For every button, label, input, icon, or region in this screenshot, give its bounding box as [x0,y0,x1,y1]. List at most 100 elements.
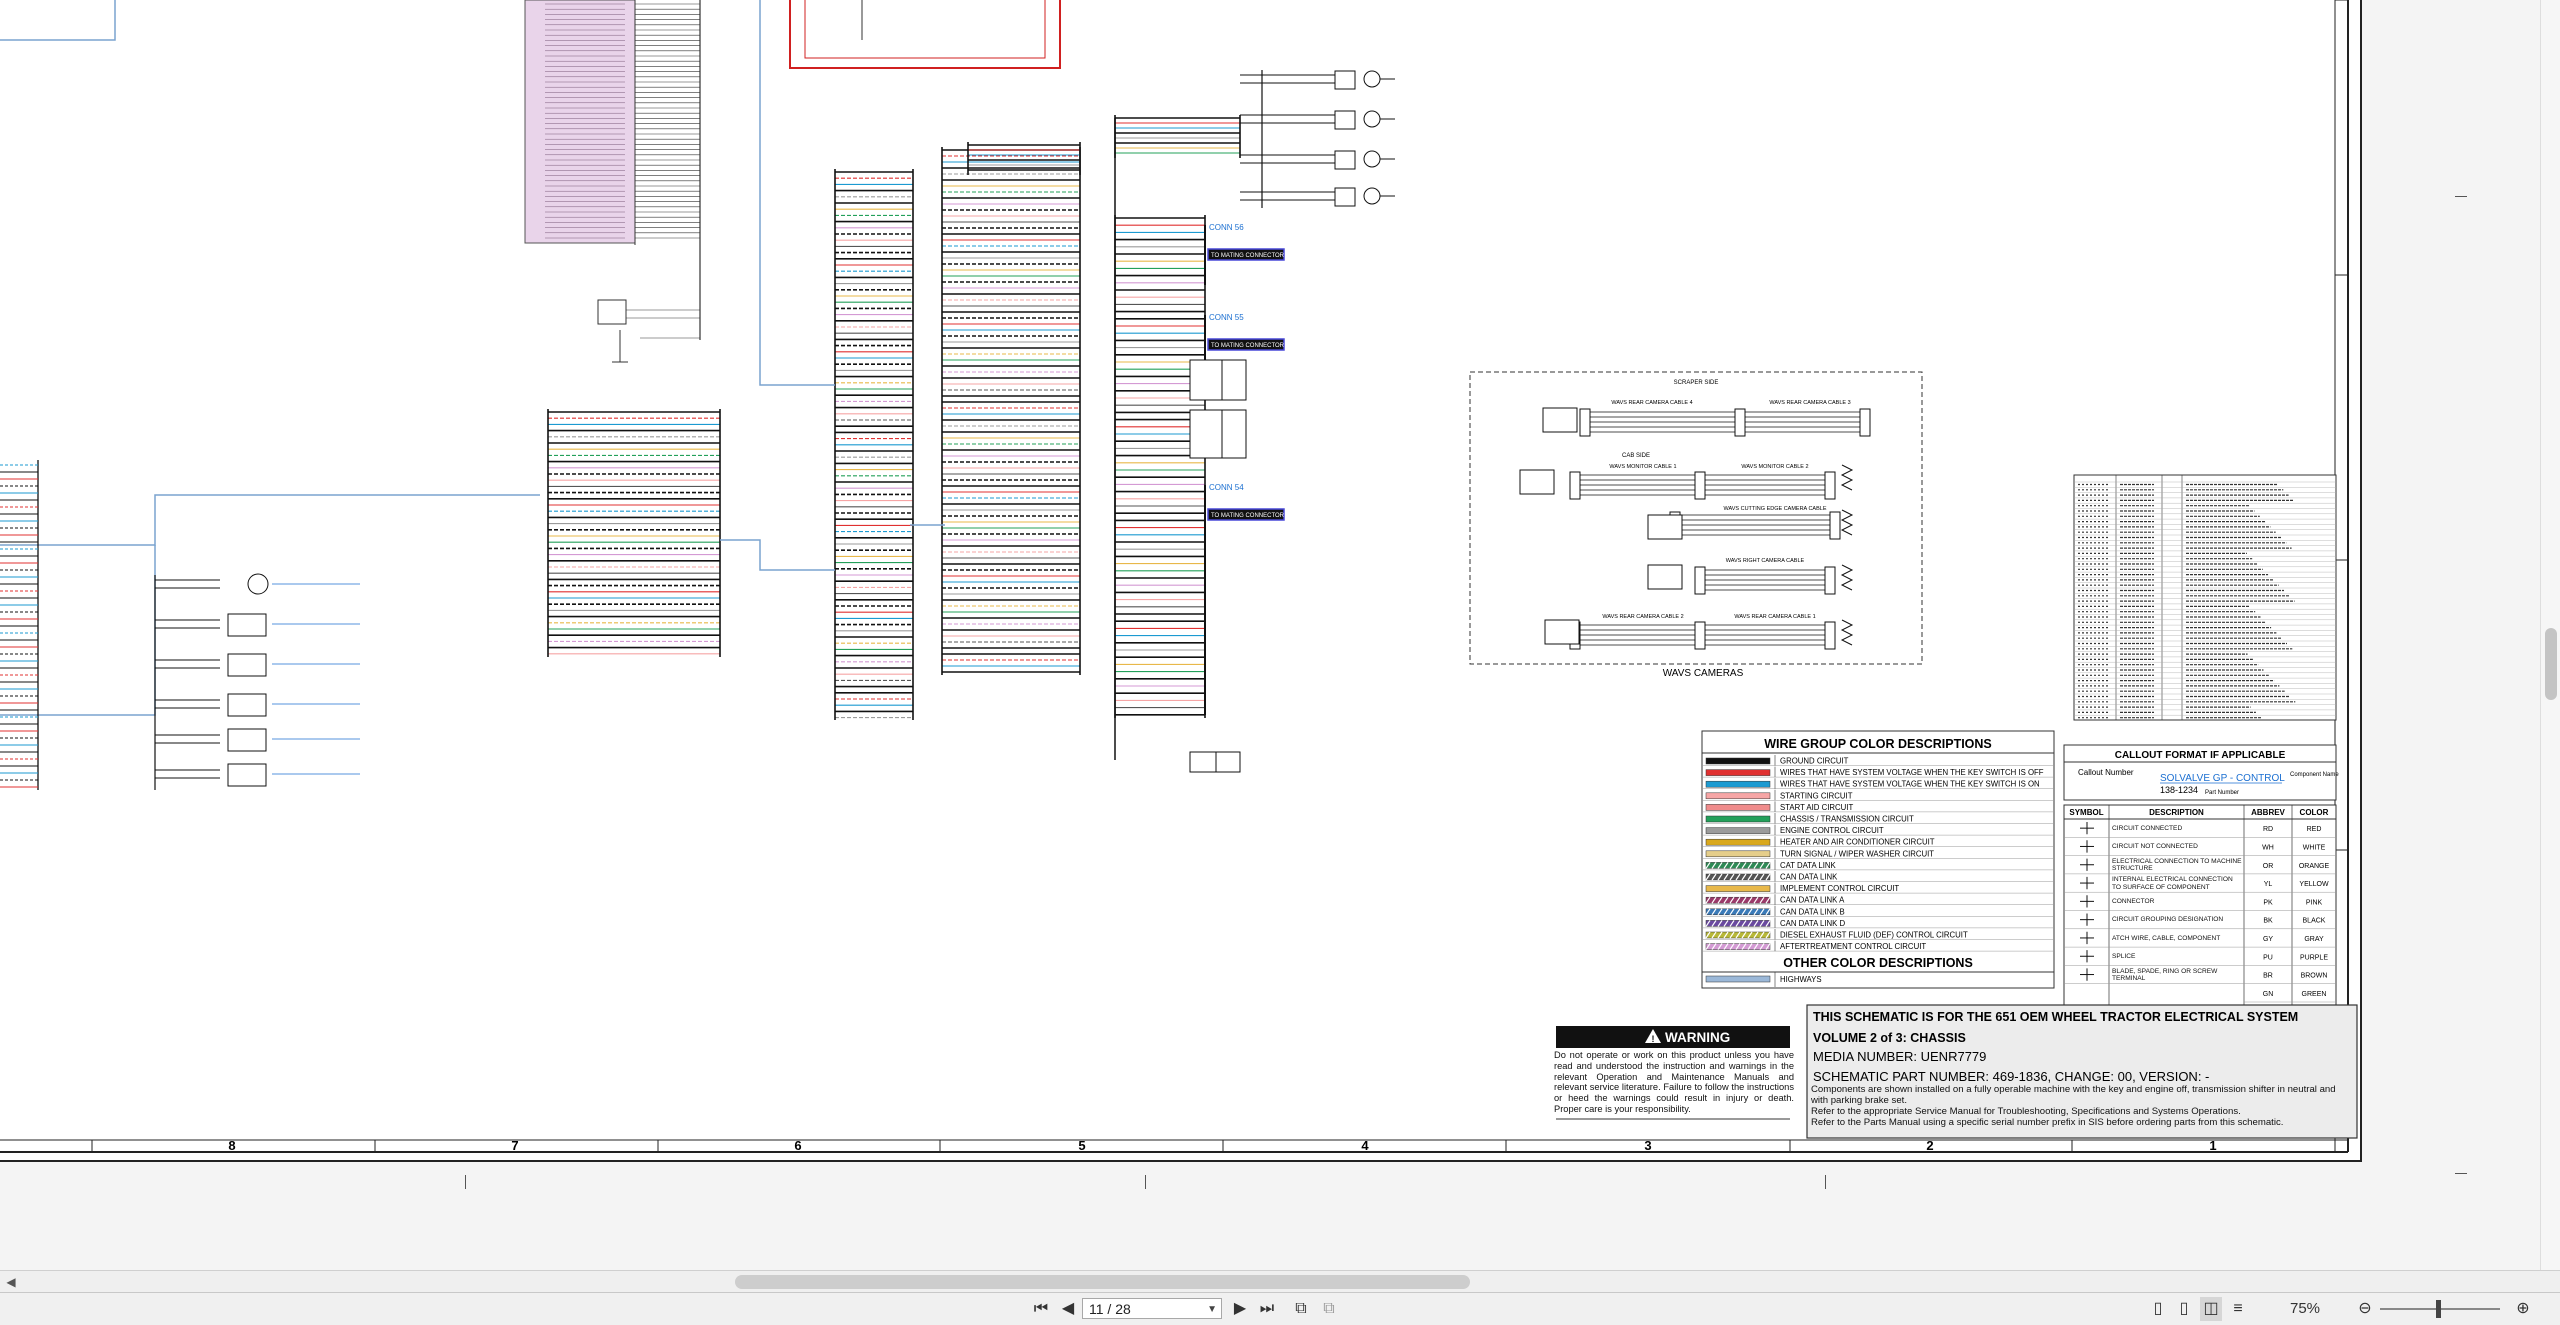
zoom-level[interactable]: 75% [2290,1298,2320,1320]
warning-box: ! WARNING Do not operate or work on this… [1554,1026,1794,1119]
lamp-bulb [1364,151,1380,167]
connector-name: CONN 56 [1209,223,1244,232]
symbol-abbrev: OR [2263,863,2274,870]
scroll-left-icon[interactable]: ◀ [2,1273,20,1291]
legend-label: CHASSIS / TRANSMISSION CIRCUIT [1780,815,1914,824]
vertical-scrollbar[interactable] [2540,0,2560,1270]
connector-name: CONN 54 [1209,483,1244,492]
symbol-color: ORANGE [2299,863,2330,870]
symbol-description-box: BLADE, SPADE, RING OR SCREW TERMINAL [2112,966,2243,983]
grid-column-label: 8 [228,1138,235,1153]
legend-label: IMPLEMENT CONTROL CIRCUIT [1780,884,1899,893]
camera-cable-label: WAVS MONITOR CABLE 1 [1609,464,1676,470]
symbol-color: PURPLE [2300,954,2328,961]
first-page-icon[interactable]: ⏮ [1030,1297,1052,1321]
title-line-1: THIS SCHEMATIC IS FOR THE 651 OEM WHEEL … [1813,1010,2298,1024]
lamp-connector [1335,111,1355,129]
symbol-description-box: CONNECTOR [2112,893,2243,910]
single-page-view-icon[interactable]: ▯ [2148,1297,2168,1321]
symbol-description-box: SPLICE [2112,948,2243,965]
camera-connector [1830,512,1840,539]
legend-label: CAN DATA LINK B [1780,907,1845,916]
save-copy-icon[interactable]: ⧉ [1290,1297,1312,1321]
camera-connector [1570,472,1580,499]
legend-swatch [1706,758,1770,764]
two-page-view-icon[interactable]: ◫ [2200,1297,2222,1321]
camera-module [1648,565,1682,589]
symbol-abbrev: YL [2264,881,2273,888]
vertical-scroll-thumb[interactable] [2545,628,2557,700]
zoom-in-icon[interactable]: ⊕ [2512,1297,2534,1321]
cameras-frame [1470,372,1922,664]
camera-connector [1825,622,1835,649]
symbol-description: INTERNAL ELECTRICAL CONNECTION TO SURFAC… [2112,875,2243,892]
horizontal-scroll-thumb[interactable] [735,1275,1470,1289]
continuous-view-icon[interactable]: ▯ [2174,1297,2194,1321]
cab-side-label: CAB SIDE [1622,453,1650,459]
page-indicator: 11 / 28 [1089,1301,1131,1317]
cameras-title: WAVS CAMERAS [1663,668,1744,679]
title-line-3: MEDIA NUMBER: UENR7779 [1813,1049,1986,1064]
legend-label: TURN SIGNAL / WIPER WASHER CIRCUIT [1780,849,1934,858]
zoom-slider-knob[interactable] [2436,1300,2441,1318]
symbols-header: SYMBOL [2069,808,2103,817]
callout-example-part: 138-1234 [2160,785,2198,795]
split-view-icon[interactable]: ≡ [2228,1297,2248,1321]
document-viewport[interactable]: 87654321 DCBA CONN 56TO MAT [0,0,2560,1270]
wavs-cameras-section: SCRAPER SIDE CAB SIDE WAVS CAMERAS WAVS … [1470,372,1922,679]
legend-label: CAN DATA LINK A [1780,896,1845,905]
module-block [1222,360,1246,400]
camera-cable-label: WAVS REAR CAMERA CABLE 2 [1602,614,1683,620]
symbol-color: GREEN [2302,991,2327,998]
legend-label: ENGINE CONTROL CIRCUIT [1780,826,1884,835]
sensor-box [228,654,266,676]
camera-squiggle [1842,465,1852,490]
print-icon[interactable]: ⧉ [1318,1297,1340,1321]
grid-column-label: 4 [1361,1138,1369,1153]
highway-line-2 [0,545,155,715]
camera-cable-label: WAVS REAR CAMERA CABLE 1 [1734,614,1815,620]
camera-connector [1695,622,1705,649]
legend-label: WIRES THAT HAVE SYSTEM VOLTAGE WHEN THE … [1780,768,2044,777]
legend-swatch [1706,770,1770,776]
title-line-4: SCHEMATIC PART NUMBER: 469-1836, CHANGE:… [1813,1069,2209,1084]
symbol-description-box: ELECTRICAL CONNECTION TO MACHINE STRUCTU… [2112,857,2243,874]
legend-label: HEATER AND AIR CONDITIONER CIRCUIT [1780,838,1935,847]
camera-module [1543,408,1577,432]
module-block [1190,360,1222,400]
last-page-icon[interactable]: ⏭ [1256,1297,1278,1321]
legend-label: DIESEL EXHAUST FLUID (DEF) CONTROL CIRCU… [1780,931,1968,940]
margin-tick [465,1175,466,1189]
zoom-out-icon[interactable]: ⊖ [2354,1297,2376,1321]
warning-title: WARNING [1665,1030,1730,1045]
legend-swatch [1706,804,1770,810]
symbol-color: BROWN [2301,973,2328,980]
symbols-header: COLOR [2300,808,2329,817]
next-page-icon[interactable]: ▶ [1230,1297,1250,1321]
title-line-6: Refer to the appropriate Service Manual … [1811,1106,2351,1117]
chevron-down-icon[interactable]: ▼ [1207,1299,1217,1320]
module-block [1216,752,1240,772]
symbol-description-box: CIRCUIT CONNECTED [2112,820,2243,837]
legend-swatch [1706,886,1770,892]
other-colors-title: OTHER COLOR DESCRIPTIONS [1783,956,1973,970]
camera-module [1545,620,1579,644]
symbol-abbrev: PU [2263,954,2273,961]
legend-label: CAT DATA LINK [1780,861,1837,870]
title-line-7: Refer to the Parts Manual using a specif… [1811,1117,2351,1128]
callout-number-label: Callout Number [2078,768,2134,777]
page-number-field[interactable]: 11 / 28 ▼ [1082,1298,1222,1319]
prev-page-icon[interactable]: ◀ [1058,1297,1078,1321]
callout-title: CALLOUT FORMAT IF APPLICABLE [2115,750,2286,761]
module-block [1222,410,1246,458]
camera-module [1520,470,1554,494]
symbol-abbrev: GN [2263,991,2274,998]
symbol-abbrev: BK [2263,918,2273,925]
symbol-color: PINK [2306,899,2323,906]
legend-swatch [1706,828,1770,834]
camera-connector [1825,567,1835,594]
highway-line-1 [0,495,540,545]
legend-label: HIGHWAYS [1780,975,1822,984]
horizontal-scrollbar[interactable]: ◀ [0,1270,2560,1293]
mating-connector-label: TO MATING CONNECTOR [1211,513,1285,519]
